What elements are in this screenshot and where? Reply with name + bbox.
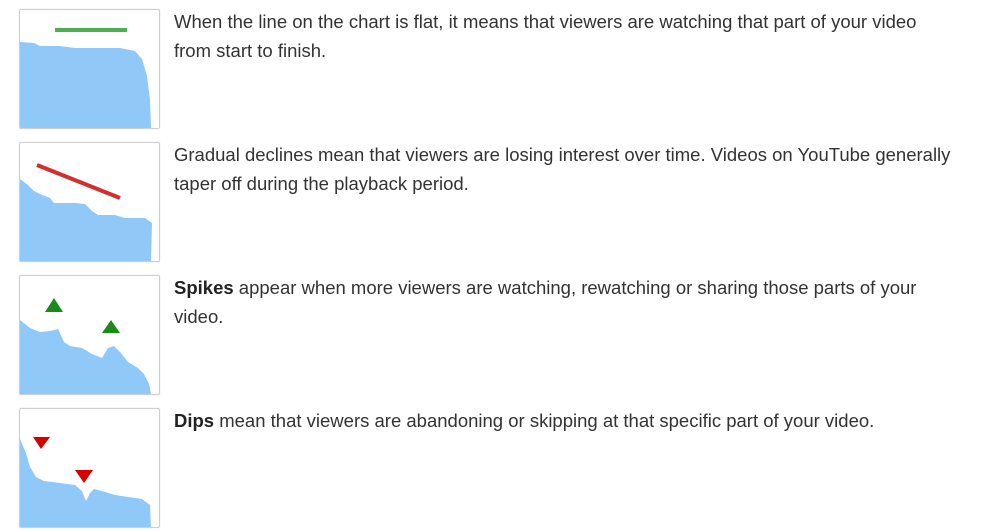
spike-marker-2 bbox=[102, 320, 120, 333]
retention-area bbox=[20, 439, 151, 527]
retention-area bbox=[20, 42, 151, 128]
flat-retention-chart-icon bbox=[19, 9, 160, 129]
row-dips: Dips mean that viewers are abandoning or… bbox=[19, 408, 979, 528]
flat-line-marker bbox=[55, 28, 127, 32]
retention-area bbox=[20, 179, 152, 261]
row-flat-text: When the line on the chart is flat, it m… bbox=[174, 11, 917, 61]
row-decline: Gradual declines mean that viewers are l… bbox=[19, 142, 979, 262]
term-spikes: Spikes bbox=[174, 277, 234, 298]
gradual-decline-chart-icon bbox=[19, 142, 160, 262]
dips-chart-icon bbox=[19, 408, 160, 528]
row-flat: When the line on the chart is flat, it m… bbox=[19, 9, 979, 129]
row-spikes-text: Spikes appear when more viewers are watc… bbox=[174, 277, 917, 327]
dip-marker-2 bbox=[75, 470, 93, 483]
decline-line-marker bbox=[36, 163, 121, 200]
row-decline-text: Gradual declines mean that viewers are l… bbox=[174, 144, 951, 194]
term-dips: Dips bbox=[174, 410, 215, 431]
retention-area bbox=[20, 320, 151, 394]
row-dips-text: Dips mean that viewers are abandoning or… bbox=[174, 410, 875, 431]
spike-marker-1 bbox=[45, 298, 63, 312]
spikes-chart-icon bbox=[19, 275, 160, 395]
dip-marker-1 bbox=[33, 437, 50, 449]
row-spikes: Spikes appear when more viewers are watc… bbox=[19, 275, 979, 395]
